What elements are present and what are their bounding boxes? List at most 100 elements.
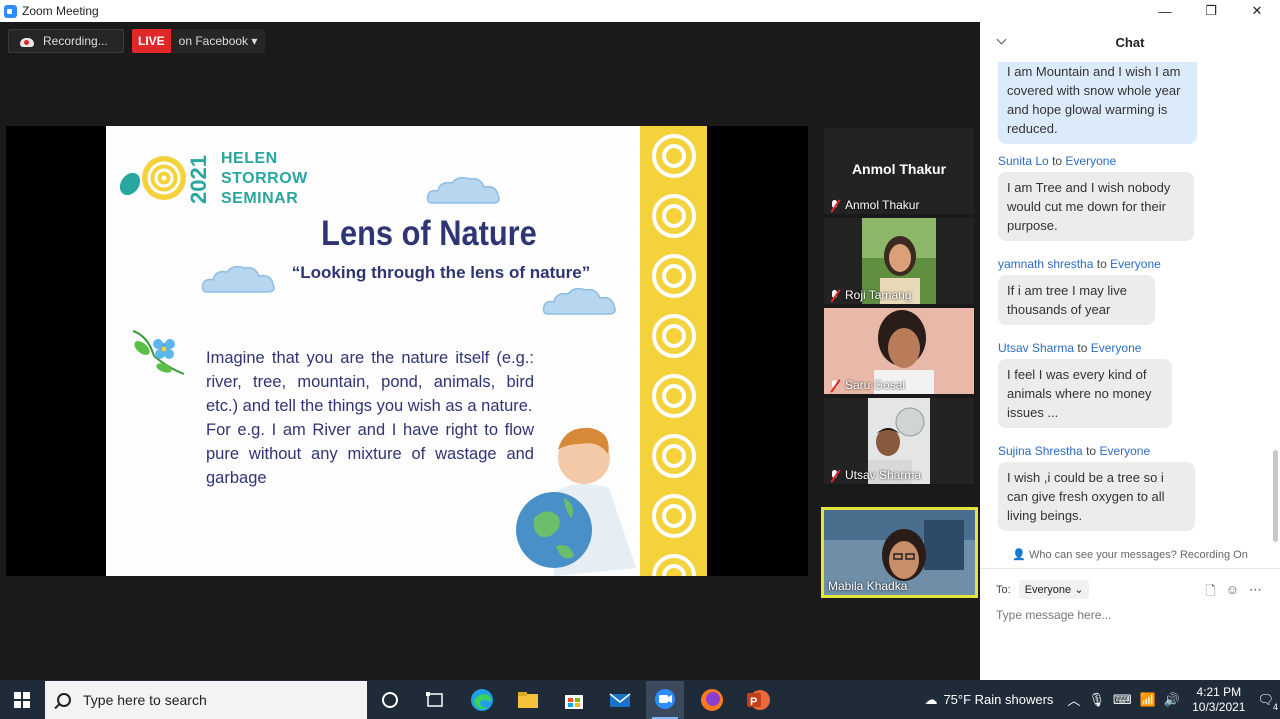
recipient-dropdown[interactable]: Everyone ⌄ <box>1018 580 1090 599</box>
live-stream-indicator[interactable]: LIVE on Facebook ▾ <box>132 29 266 53</box>
close-button[interactable]: ✕ <box>1234 0 1280 22</box>
participant-name: Saru Gosai <box>845 378 906 392</box>
taskbar-search-box[interactable] <box>45 681 367 719</box>
zoom-logo-icon <box>4 4 17 18</box>
people-icon: 👤 <box>1012 549 1029 561</box>
meeting-video-area: Recording... LIVE on Facebook ▾ 2021 HEL… <box>0 22 980 680</box>
chat-panel: Chat I am Mountain and I wish I am cover… <box>980 22 1280 680</box>
svg-text:2021: 2021 <box>186 155 211 204</box>
chat-message: Utsav Sharma to Everyone I feel I was ev… <box>998 341 1172 428</box>
volume-icon[interactable]: 🔊 <box>1164 692 1180 708</box>
participant-tile-roji[interactable]: Roji Tamang <box>824 218 974 304</box>
message-bubble: I am Tree and I wish nobody would cut me… <box>998 172 1194 241</box>
network-icon[interactable]: ⌨ <box>1113 692 1132 708</box>
collapse-chevron-icon[interactable] <box>996 34 1007 45</box>
cortana-icon[interactable] <box>376 686 404 714</box>
microphone-icon[interactable]: 🎙 <box>1088 692 1105 708</box>
message-sender: Utsav Sharma <box>998 341 1075 355</box>
flower-icon <box>132 330 185 375</box>
boy-holding-globe-illustration <box>516 427 636 576</box>
message-recipient: Everyone <box>1099 444 1151 458</box>
notification-count-badge: 4 <box>1272 701 1278 712</box>
system-tray: ☁ 75°F Rain showers ︿ 🎙 ⌨ 📶 🔊 4:21 PM 10… <box>924 680 1280 719</box>
chat-message-list[interactable]: I am Mountain and I wish I am covered wi… <box>980 62 1280 540</box>
edge-browser-icon[interactable] <box>468 686 496 714</box>
clock-date: 10/3/2021 <box>1192 699 1246 714</box>
chat-message-input[interactable] <box>996 608 1256 622</box>
message-sender: yamnath shrestha <box>998 257 1094 271</box>
muted-mic-icon <box>828 289 841 302</box>
muted-mic-icon <box>828 379 841 392</box>
recording-indicator[interactable]: Recording... <box>8 29 124 53</box>
presentation-slide: 2021 HELEN STORROW SEMINAR Lens of Natur… <box>106 126 707 576</box>
message-bubble: I wish ,i could be a tree so i can give … <box>998 462 1195 531</box>
file-icon[interactable]: 🗋 <box>1205 582 1215 604</box>
window-title: Zoom Meeting <box>22 4 99 18</box>
mail-icon[interactable] <box>606 686 634 714</box>
divider <box>980 568 1280 569</box>
live-target-dropdown[interactable]: on Facebook ▾ <box>170 29 266 53</box>
windows-start-icon[interactable] <box>14 692 30 708</box>
windows-taskbar: P ☁ 75°F Rain showers ︿ 🎙 ⌨ 📶 🔊 4:21 PM … <box>0 680 1280 719</box>
muted-mic-icon <box>828 469 841 482</box>
show-hidden-icons-chevron-icon[interactable]: ︿ <box>1067 690 1080 709</box>
participant-tile-mabila-active-speaker[interactable]: Mabila Khadka <box>821 507 978 598</box>
more-options-icon[interactable]: ⋯ <box>1249 582 1262 604</box>
minimize-button[interactable]: — <box>1142 0 1188 22</box>
cloud-icon <box>542 287 616 315</box>
wifi-icon[interactable]: 📶 <box>1140 692 1156 708</box>
decorative-swirl-band <box>640 126 707 576</box>
message-bubble: If i am tree I may live thousands of yea… <box>998 275 1155 325</box>
brand-name: HELEN STORROW SEMINAR <box>221 150 308 207</box>
message-visibility-note[interactable]: 👤 Who can see your messages? Recording O… <box>980 548 1280 561</box>
store-icon[interactable] <box>560 686 588 714</box>
participant-tile-saru[interactable]: Saru Gosai <box>824 308 974 394</box>
shared-screen: 2021 HELEN STORROW SEMINAR Lens of Natur… <box>6 126 808 576</box>
svg-text:P: P <box>750 696 757 708</box>
window-title-bar: Zoom Meeting — ❐ ✕ <box>0 0 1280 22</box>
chat-message: Sunita Lo to Everyone I am Tree and I wi… <box>998 154 1194 241</box>
to-label: To: <box>996 583 1011 596</box>
taskbar-search-input[interactable] <box>83 692 343 708</box>
powerpoint-icon[interactable]: P <box>744 686 772 714</box>
clock-time: 4:21 PM <box>1196 684 1242 699</box>
weather-icon[interactable]: ☁ <box>924 692 937 708</box>
chat-message: Sujina Shrestha to Everyone I wish ,i co… <box>998 444 1195 531</box>
participant-tile-utsav[interactable]: Utsav Sharma <box>824 398 974 484</box>
message-bubble: I feel I was every kind of animals where… <box>998 359 1172 428</box>
emoji-icon[interactable]: ☺ <box>1226 582 1239 604</box>
message-recipient: Everyone <box>1065 154 1117 168</box>
chat-title: Chat <box>1115 34 1145 50</box>
file-explorer-icon[interactable] <box>514 686 542 714</box>
notification-center-icon[interactable]: 🗨 4 <box>1257 692 1278 712</box>
firefox-icon[interactable] <box>698 686 726 714</box>
slide-title: Lens of Nature <box>321 214 537 253</box>
taskbar-clock[interactable]: 4:21 PM 10/3/2021 <box>1192 685 1245 715</box>
chat-message: yamnath shrestha to Everyone If i am tre… <box>998 257 1161 325</box>
message-bubble: I am Mountain and I wish I am covered wi… <box>998 62 1197 144</box>
cloud-recording-icon <box>19 35 35 47</box>
recording-label: Recording... <box>43 34 108 48</box>
weather-text[interactable]: 75°F Rain showers <box>943 692 1053 707</box>
participant-display-name: Anmol Thakur <box>851 161 947 177</box>
brand-year-vertical: 2021 <box>186 155 211 204</box>
zoom-app-icon[interactable] <box>646 681 684 719</box>
message-sender: Sunita Lo <box>998 154 1049 168</box>
task-view-icon[interactable] <box>421 686 449 714</box>
chat-message: I am Mountain and I wish I am covered wi… <box>998 62 1197 144</box>
muted-mic-icon <box>828 199 841 212</box>
participant-name: Anmol Thakur <box>845 198 920 212</box>
participant-name: Roji Tamang <box>845 288 912 302</box>
chat-scrollbar[interactable] <box>1273 64 1278 542</box>
message-recipient: Everyone <box>1110 257 1161 271</box>
participant-name: Utsav Sharma <box>845 468 922 482</box>
slide-subtitle: “Looking through the lens of nature” <box>291 263 591 282</box>
restore-button[interactable]: ❐ <box>1188 0 1234 22</box>
scrollbar-thumb[interactable] <box>1273 450 1278 542</box>
live-badge: LIVE <box>132 29 171 53</box>
search-icon <box>57 693 71 707</box>
slide-body: Imagine that you are the nature itself (… <box>206 349 534 487</box>
cloud-icon <box>426 176 500 204</box>
message-sender: Sujina Shrestha <box>998 444 1083 458</box>
participant-tile-anmol[interactable]: Anmol Thakur Anmol Thakur <box>824 128 974 214</box>
